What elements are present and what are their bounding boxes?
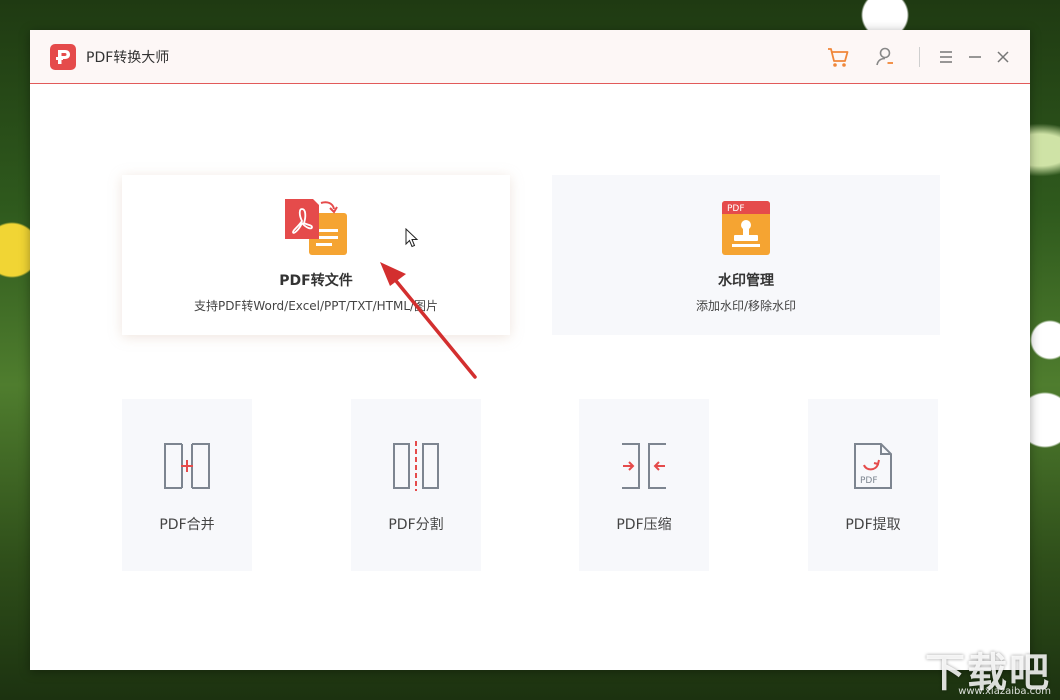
- pdf-convert-icon: [283, 199, 349, 257]
- split-icon: [391, 441, 441, 491]
- close-icon[interactable]: [992, 46, 1014, 68]
- feature-title: 水印管理: [718, 273, 774, 289]
- tool-card-merge[interactable]: PDF合并: [122, 399, 252, 571]
- tool-label: PDF压缩: [616, 517, 672, 533]
- watermark-url: www.xiazaiba.com: [958, 686, 1051, 697]
- feature-description: 添加水印/移除水印: [695, 299, 797, 313]
- merge-icon: [162, 441, 212, 491]
- mouse-cursor-icon: [405, 227, 419, 248]
- feature-card-watermark[interactable]: PDF 水印管理 添加水印/移除水印: [552, 175, 940, 335]
- extract-icon: PDF: [848, 441, 898, 491]
- tool-label: PDF合并: [159, 517, 215, 533]
- app-title: PDF转换大师: [86, 50, 170, 66]
- tool-card-compress[interactable]: PDF压缩: [579, 399, 709, 571]
- cart-icon[interactable]: [825, 44, 851, 70]
- tool-label: PDF提取: [845, 517, 901, 533]
- user-icon[interactable]: [872, 44, 898, 70]
- annotation-arrow-icon: [370, 250, 490, 390]
- tool-card-extract[interactable]: PDF PDF提取: [808, 399, 938, 571]
- minimize-icon[interactable]: [964, 46, 986, 68]
- watermark-stamp-icon: PDF: [713, 199, 779, 257]
- svg-text:PDF: PDF: [860, 476, 878, 486]
- svg-text:PDF: PDF: [727, 204, 745, 214]
- menu-icon[interactable]: [935, 46, 957, 68]
- tool-label: PDF分割: [388, 517, 444, 533]
- compress-icon: [619, 441, 669, 491]
- tool-card-split[interactable]: PDF分割: [351, 399, 481, 571]
- app-logo-icon: [50, 44, 76, 70]
- toolbar-divider: [919, 47, 920, 67]
- site-watermark-logo: 下载吧 www.xiazaiba.com: [925, 640, 1055, 698]
- title-bar: PDF转换大师: [30, 30, 1030, 84]
- app-window: PDF转换大师 PDF转文件 支持PDF转Word/Excel/PPT/TXT/…: [30, 30, 1030, 670]
